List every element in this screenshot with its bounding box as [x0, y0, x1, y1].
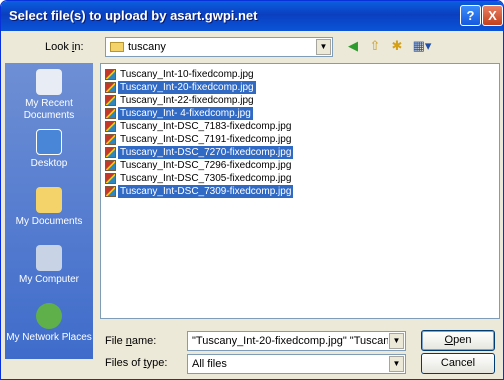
- place-label: My Network Places: [6, 332, 92, 343]
- jpeg-file-icon: [105, 95, 116, 106]
- place-label: My Computer: [18, 274, 79, 285]
- file-name-value: "Tuscany_Int-20-fixedcomp.jpg" "Tuscany_…: [192, 335, 388, 347]
- back-button[interactable]: ◀: [343, 37, 363, 55]
- jpeg-file-icon: [105, 186, 116, 197]
- jpeg-file-icon: [105, 108, 116, 119]
- place-my-computer[interactable]: My Computer: [5, 245, 93, 286]
- file-name: Tuscany_Int- 4-fixedcomp.jpg: [118, 107, 253, 120]
- network-places-icon: [36, 303, 62, 329]
- dialog-title: Select file(s) to upload by asart.gwpi.n…: [9, 8, 258, 23]
- chevron-down-icon[interactable]: ▼: [389, 333, 404, 349]
- folder-icon: [110, 42, 124, 52]
- views-icon: ▦▾: [412, 38, 432, 53]
- desktop-icon: [36, 129, 62, 155]
- close-button[interactable]: X: [482, 5, 503, 26]
- chevron-down-icon[interactable]: ▼: [316, 39, 331, 55]
- file-type-dropdown[interactable]: All files ▼: [187, 354, 406, 374]
- place-recent-documents[interactable]: My Recent Documents: [5, 69, 93, 122]
- my-computer-icon: [36, 245, 62, 271]
- close-icon: X: [488, 8, 497, 23]
- file-name: Tuscany_Int-20-fixedcomp.jpg: [118, 81, 256, 94]
- file-name-label: File name:: [105, 335, 157, 347]
- recent-documents-icon: [36, 69, 62, 95]
- place-my-documents[interactable]: My Documents: [5, 187, 93, 228]
- file-name: Tuscany_Int-DSC_7183-fixedcomp.jpg: [120, 121, 292, 132]
- place-label: My Recent Documents: [23, 98, 75, 121]
- my-documents-icon: [36, 187, 62, 213]
- look-in-value: tuscany: [128, 41, 166, 53]
- jpeg-file-icon: [105, 147, 116, 158]
- place-network-places[interactable]: My Network Places: [5, 303, 93, 344]
- new-folder-button[interactable]: ✱: [387, 37, 407, 55]
- jpeg-file-icon: [105, 160, 116, 171]
- file-name-input[interactable]: "Tuscany_Int-20-fixedcomp.jpg" "Tuscany_…: [187, 331, 406, 351]
- file-name: Tuscany_Int-DSC_7191-fixedcomp.jpg: [120, 134, 292, 145]
- file-name: Tuscany_Int-DSC_7296-fixedcomp.jpg: [120, 160, 292, 171]
- up-folder-button[interactable]: ⇧: [365, 37, 385, 55]
- look-in-label: Look in:: [45, 41, 84, 53]
- files-of-type-label: Files of type:: [105, 357, 168, 369]
- new-folder-icon: ✱: [391, 38, 403, 53]
- file-name: Tuscany_Int-DSC_7270-fixedcomp.jpg: [118, 146, 294, 159]
- jpeg-file-icon: [105, 134, 116, 145]
- jpeg-file-icon: [105, 69, 116, 80]
- file-type-value: All files: [192, 358, 227, 370]
- look-in-dropdown[interactable]: tuscany ▼: [105, 37, 333, 57]
- place-desktop[interactable]: Desktop: [5, 129, 93, 170]
- help-button[interactable]: ?: [460, 5, 481, 26]
- place-label: My Documents: [15, 216, 83, 227]
- file-name: Tuscany_Int-22-fixedcomp.jpg: [120, 95, 254, 106]
- jpeg-file-icon: [105, 82, 116, 93]
- cancel-button[interactable]: Cancel: [421, 353, 495, 374]
- file-name: Tuscany_Int-DSC_7309-fixedcomp.jpg: [118, 185, 294, 198]
- place-label: Desktop: [30, 158, 68, 169]
- jpeg-file-icon: [105, 173, 116, 184]
- help-icon: ?: [466, 8, 475, 23]
- chevron-down-icon[interactable]: ▼: [389, 356, 404, 372]
- jpeg-file-icon: [105, 121, 116, 132]
- back-icon: ◀: [348, 38, 358, 53]
- places-bar: My Recent Documents Desktop My Documents…: [5, 63, 93, 359]
- up-folder-icon: ⇧: [369, 38, 381, 53]
- file-upload-dialog: Select file(s) to upload by asart.gwpi.n…: [0, 0, 504, 380]
- title-bar[interactable]: Select file(s) to upload by asart.gwpi.n…: [1, 1, 503, 31]
- file-list[interactable]: Tuscany_Int-10-fixedcomp.jpg Tuscany_Int…: [100, 63, 500, 319]
- open-button[interactable]: Open: [421, 330, 495, 351]
- views-menu-button[interactable]: ▦▾: [409, 37, 435, 55]
- file-name: Tuscany_Int-10-fixedcomp.jpg: [120, 69, 254, 80]
- file-name: Tuscany_Int-DSC_7305-fixedcomp.jpg: [120, 173, 292, 184]
